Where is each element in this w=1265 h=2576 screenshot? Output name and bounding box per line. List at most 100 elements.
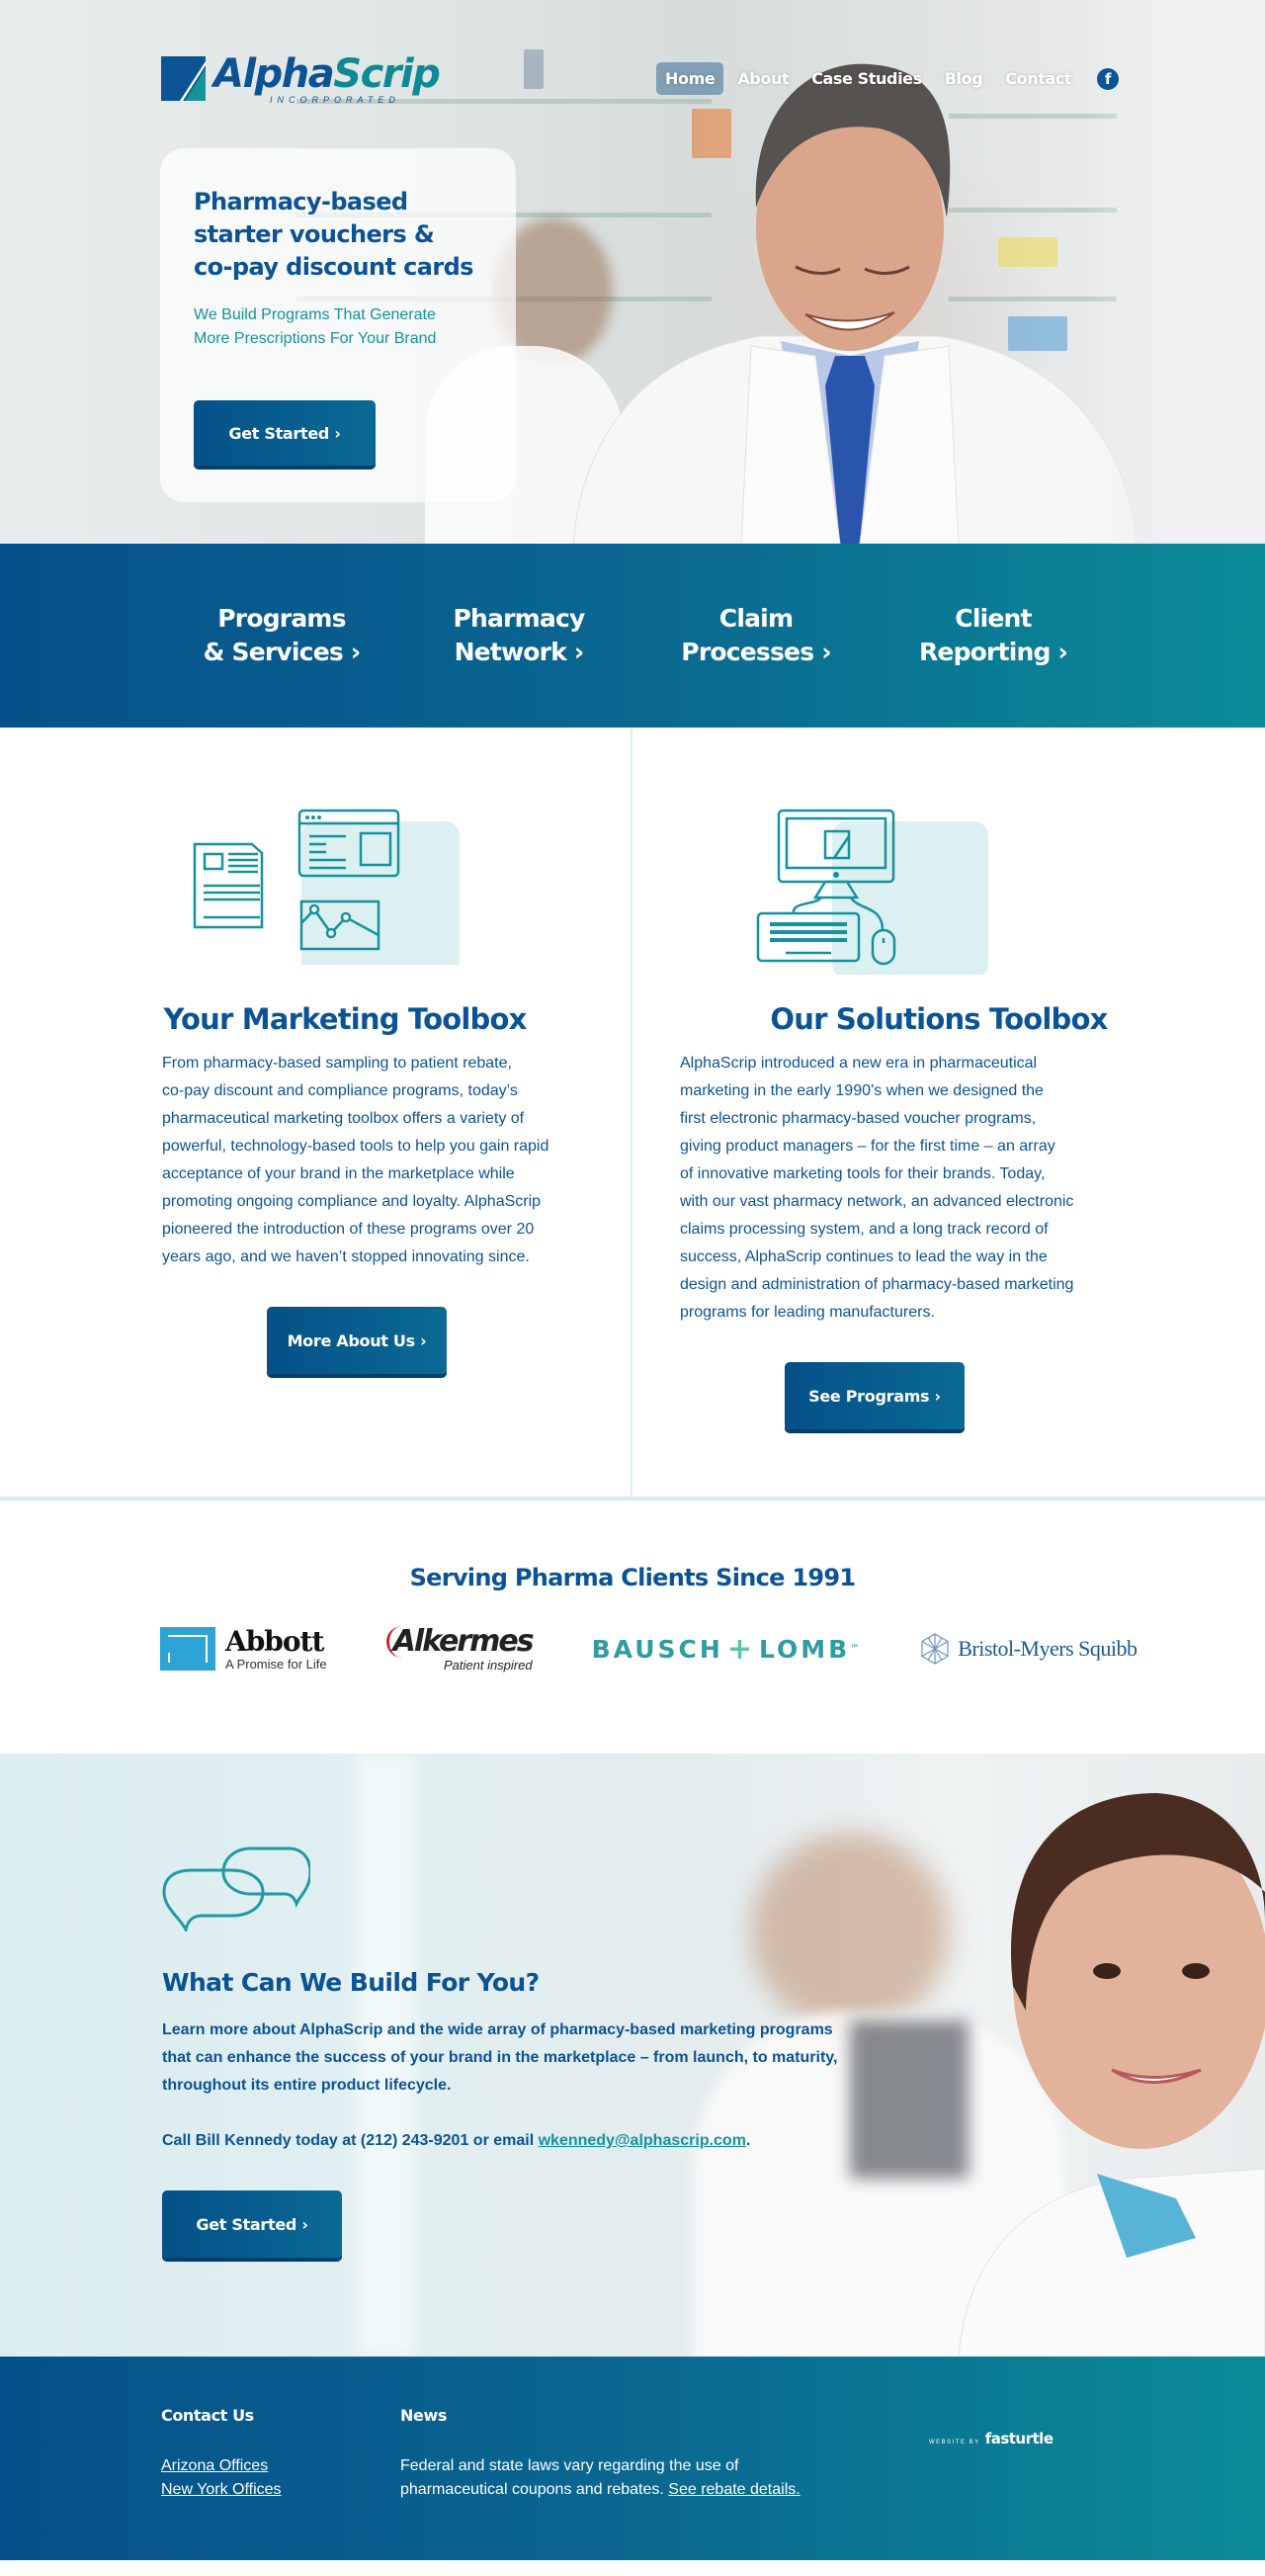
category-label: Reporting › <box>918 638 1068 666</box>
body-line: powerful, technology-based tools to help… <box>162 1138 549 1155</box>
see-programs-button[interactable]: See Programs › <box>785 1362 965 1429</box>
body-line: first electronic pharmacy-based voucher … <box>680 1110 1037 1127</box>
cta-call-suffix: . <box>745 2132 751 2149</box>
category-pharmacy-network[interactable]: Pharmacy Network › <box>400 602 637 669</box>
cta-title: What Can We Build For You? <box>162 1968 540 1997</box>
category-claim-processes[interactable]: Claim Processes › <box>637 602 875 669</box>
body-line: acceptance of your brand in the marketpl… <box>162 1165 515 1182</box>
cta-content: What Can We Build For You? Learn more ab… <box>162 1833 913 2258</box>
category-client-reporting[interactable]: Client Reporting › <box>875 602 1112 669</box>
cta-get-started-button[interactable]: Get Started › <box>162 2190 342 2258</box>
bms-name: Bristol-Myers Squibb <box>958 1636 1138 1661</box>
more-about-us-button[interactable]: More About Us › <box>267 1307 447 1374</box>
body-line: pharmaceutical marketing toolbox offers … <box>162 1110 525 1127</box>
bms-logo: Bristol-Myers Squibb <box>918 1632 1138 1666</box>
marketing-toolbox-body: From pharmacy-based sampling to patient … <box>0 1050 597 1271</box>
speech-bubbles-icon <box>162 1846 312 1934</box>
category-band: Programs & Services › Pharmacy Network ›… <box>0 544 1265 728</box>
logo-wordmark: AlphaScrip <box>213 51 441 97</box>
body-line: AlphaScrip introduced a new era in pharm… <box>680 1055 1038 1072</box>
logo-tagline: INCORPORATED <box>270 95 400 105</box>
logo-scrip: Scrip <box>333 51 441 97</box>
category-label: Network › <box>454 638 585 666</box>
footer-contact-links: Arizona Offices New York Offices <box>161 2454 282 2502</box>
body-line: giving product managers – for the first … <box>680 1138 1055 1155</box>
hero-get-started-button[interactable]: Get Started › <box>194 400 376 466</box>
abbott-mark-icon <box>160 1627 215 1671</box>
cta-section: What Can We Build For You? Learn more ab… <box>0 1754 1265 2357</box>
hero-section: AlphaScrip INCORPORATED Home About Case … <box>0 0 1265 544</box>
clients-title: Serving Pharma Clients Since 1991 <box>409 1564 857 1591</box>
nav-case-studies[interactable]: Case Studies <box>802 62 931 95</box>
footer-news: News Federal and state laws vary regardi… <box>400 2406 815 2502</box>
hero-title-line: starter vouchers & <box>194 220 435 248</box>
button-wrap: More About Us › <box>0 1307 631 1485</box>
hero-title: Pharmacy-based starter vouchers & co-pay… <box>194 186 482 284</box>
body-line: with our vast pharmacy network, an advan… <box>680 1193 1074 1210</box>
body-line: promoting ongoing compliance and loyalty… <box>162 1193 542 1210</box>
category-label: Claim <box>718 604 794 633</box>
lomb-text: LOMB <box>758 1634 851 1664</box>
documents-icon <box>193 809 460 965</box>
hero-card: Pharmacy-based starter vouchers & co-pay… <box>160 148 516 502</box>
computer-illustration <box>632 787 1265 985</box>
body-line: co-pay discount and compliance programs,… <box>162 1082 518 1099</box>
hero-title-line: Pharmacy-based <box>194 188 408 215</box>
site-credit[interactable]: WEBSITE BY fasturtle <box>929 2430 1054 2447</box>
logo-mark-icon <box>161 56 206 101</box>
hero-subtitle-line: We Build Programs That Generate <box>194 306 436 323</box>
nav-about[interactable]: About <box>728 62 798 95</box>
plus-icon: + <box>726 1631 755 1667</box>
hero-title-line: co-pay discount cards <box>194 253 473 281</box>
background-product <box>524 49 544 89</box>
solutions-toolbox-body: AlphaScrip introduced a new era in pharm… <box>632 1050 1225 1327</box>
logo[interactable]: AlphaScrip INCORPORATED <box>161 51 441 105</box>
nav-contact[interactable]: Contact <box>996 62 1080 95</box>
nav-home[interactable]: Home <box>656 62 724 95</box>
new-york-offices-link[interactable]: New York Offices <box>161 2478 282 2502</box>
body-line: programs for leading manufacturers. <box>680 1304 935 1321</box>
body-line: From pharmacy-based sampling to patient … <box>162 1055 512 1072</box>
cta-contact-line: Call Bill Kennedy today at (212) 243-920… <box>162 2127 913 2155</box>
bausch-text: BAUSCH <box>591 1634 723 1664</box>
body-line: success, AlphaScrip continues to lead th… <box>680 1248 1048 1265</box>
category-label: Programs <box>217 604 346 633</box>
category-label: Pharmacy <box>453 604 586 633</box>
nav-blog[interactable]: Blog <box>936 62 992 95</box>
body-line: pioneered the introduction of these prog… <box>162 1221 535 1238</box>
alkermes-logo: Alkermes Patient inspired <box>385 1625 535 1673</box>
solutions-toolbox-title: Our Solutions Toolbox <box>770 1002 1108 1036</box>
pharmacist-photo <box>572 63 1138 544</box>
solutions-toolbox: Our Solutions Toolbox AlphaScrip introdu… <box>632 728 1265 1497</box>
logo-alpha: Alpha <box>213 51 335 97</box>
cta-body-line: that can enhance the success of your bra… <box>162 2049 838 2066</box>
facebook-icon[interactable]: f <box>1097 67 1120 90</box>
arizona-offices-link[interactable]: Arizona Offices <box>161 2454 268 2478</box>
body-line: years ago, and we haven’t stopped innova… <box>162 1248 530 1265</box>
category-programs-services[interactable]: Programs & Services › <box>163 602 400 669</box>
body-line: marketing in the early 1990’s when we de… <box>680 1082 1044 1099</box>
cta-call-text: Call Bill Kennedy today at (212) 243-920… <box>162 2132 539 2149</box>
cta-body: Learn more about AlphaScrip and the wide… <box>162 2017 913 2100</box>
bausch-lomb-logo: BAUSCH + LOMB ™ <box>592 1632 860 1667</box>
news-text: pharmaceutical coupons and rebates. <box>400 2481 669 2498</box>
body-line: claims processing system, and a long tra… <box>680 1221 1049 1238</box>
hero-subtitle: We Build Programs That Generate More Pre… <box>194 303 482 351</box>
computer-icon <box>756 809 988 975</box>
credit-label: WEBSITE BY <box>929 2440 980 2446</box>
category-label: & Services › <box>203 638 362 666</box>
footer-contact: Contact Us Arizona Offices New York Offi… <box>161 2406 282 2502</box>
category-label: Processes › <box>681 638 831 666</box>
pharmacist-woman-photo <box>958 1793 1265 2357</box>
rebate-details-link[interactable]: See rebate details. <box>668 2481 800 2498</box>
email-link[interactable]: wkennedy@alphascrip.com <box>539 2132 746 2149</box>
footer-news-text: Federal and state laws vary regarding th… <box>400 2454 815 2502</box>
alkermes-name: Alkermes <box>385 1625 535 1658</box>
button-wrap: See Programs › <box>632 1362 1265 1497</box>
category-label: Client <box>955 604 1032 633</box>
hero-subtitle-line: More Prescriptions For Your Brand <box>194 330 437 347</box>
clients-section: Serving Pharma Clients Since 1991 Abbott… <box>0 1501 1265 1754</box>
credit-brand: fasturtle <box>984 2430 1054 2447</box>
footer-contact-heading: Contact Us <box>161 2406 254 2425</box>
alkermes-tagline: Patient inspired <box>443 1657 533 1673</box>
